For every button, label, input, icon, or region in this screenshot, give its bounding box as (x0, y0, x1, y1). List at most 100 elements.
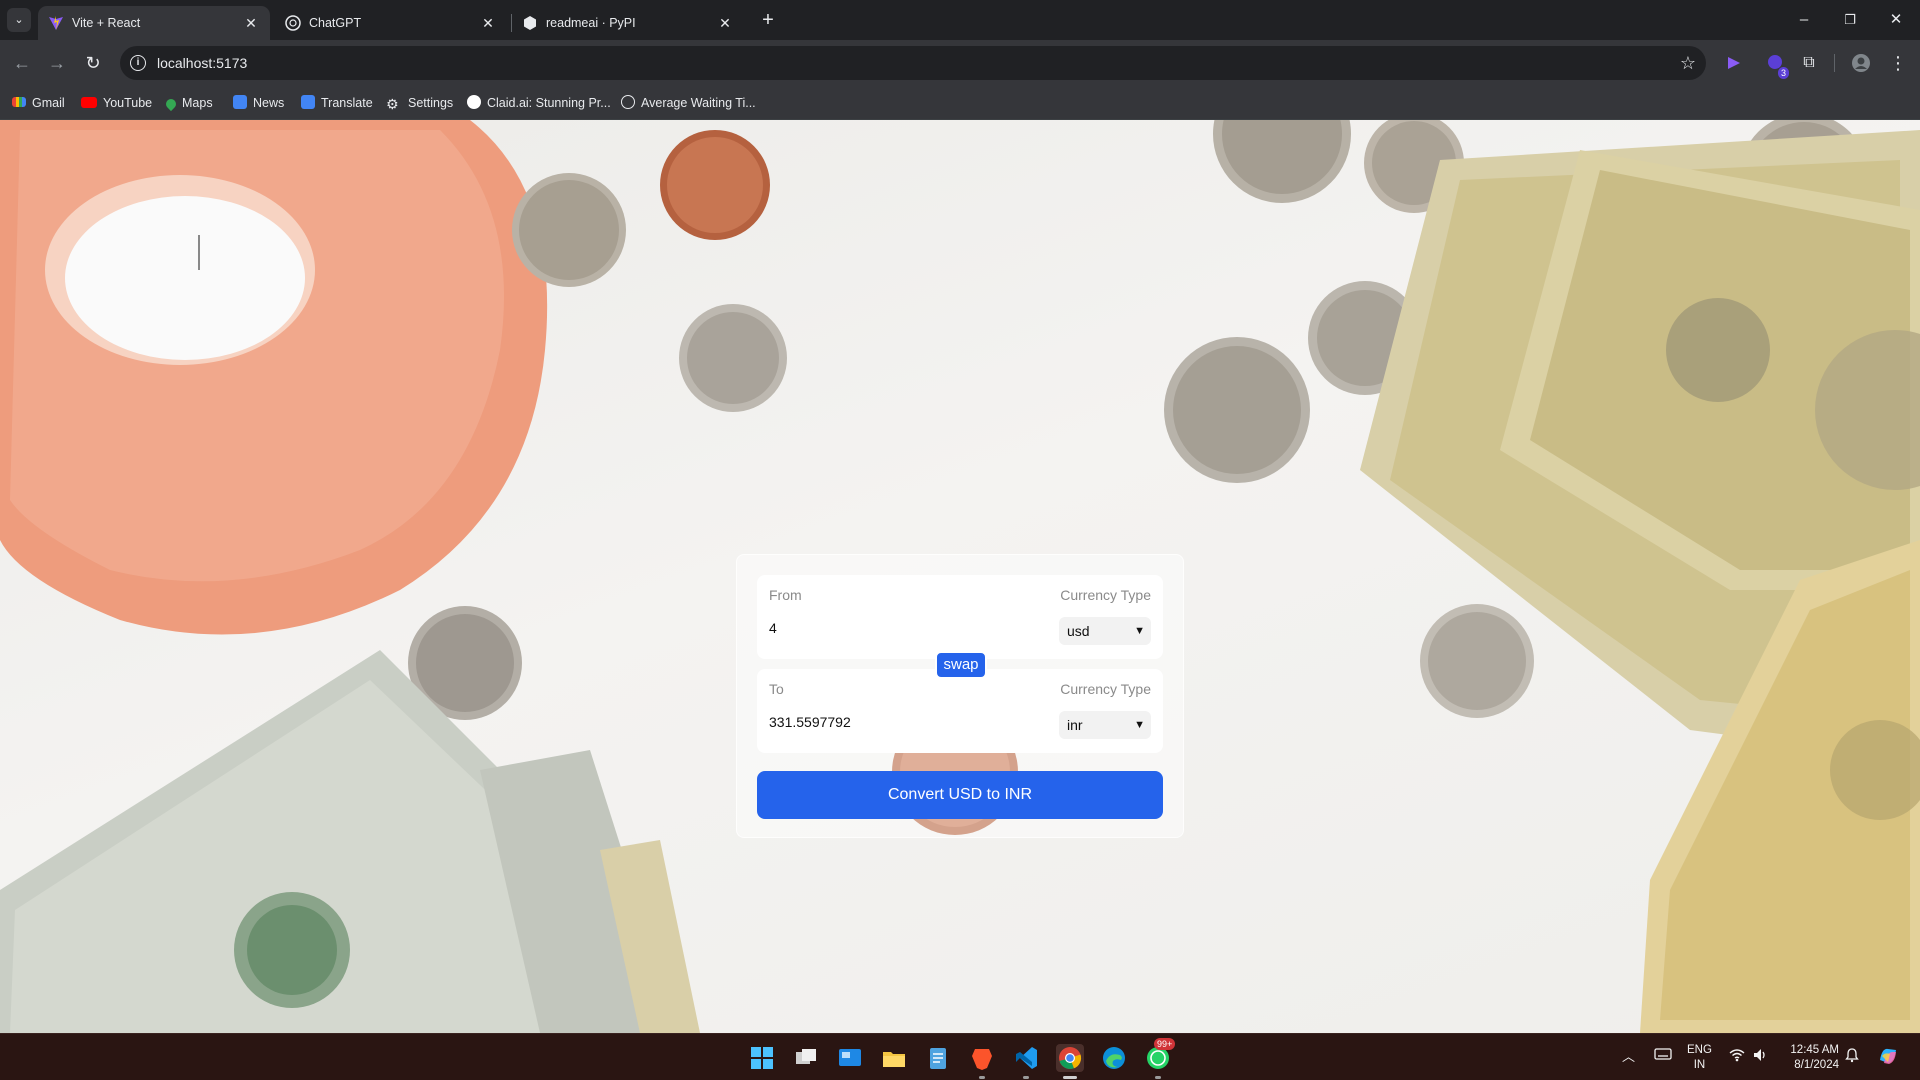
bookmark-average-waiting[interactable]: Average Waiting Ti... (621, 94, 756, 112)
close-tab-icon[interactable]: ✕ (479, 14, 497, 32)
gmail-icon (12, 97, 26, 107)
currency-converter-card: From Currency Type usd ▼ To Currency Typ… (736, 554, 1184, 838)
youtube-icon (81, 97, 97, 108)
address-url[interactable]: localhost:5173 (157, 55, 247, 71)
volume-icon[interactable] (1752, 1047, 1768, 1080)
tab-title: ChatGPT (309, 16, 362, 30)
running-indicator (1155, 1076, 1161, 1079)
bookmarks-bar: Gmail YouTube Maps News Translate ⚙ Setti… (0, 86, 1920, 120)
chatgpt-icon (285, 15, 301, 31)
forward-button[interactable]: → (45, 51, 69, 75)
profile-avatar[interactable] (1849, 51, 1873, 75)
extension-badge: 3 (1777, 67, 1789, 79)
region-code: IN (1693, 1059, 1706, 1071)
tab-pypi[interactable]: readmeai · PyPI ✕ (512, 6, 744, 40)
running-indicator (1023, 1076, 1029, 1079)
bookmark-label: Claid.ai: Stunning Pr... (487, 96, 611, 110)
clock-date: 8/1/2024 (1794, 1059, 1839, 1071)
bookmark-youtube[interactable]: YouTube (81, 94, 152, 112)
close-window-button[interactable]: ✕ (1873, 8, 1919, 32)
file-explorer-icon[interactable] (880, 1044, 908, 1072)
whatsapp-icon[interactable]: 99+ (1144, 1038, 1176, 1079)
brave-browser-icon[interactable] (968, 1044, 996, 1079)
running-indicator (1063, 1076, 1077, 1079)
to-currency-value: inr (1067, 717, 1083, 733)
minimize-button[interactable]: – (1781, 8, 1827, 32)
language-indicator[interactable]: ENG IN (1687, 1043, 1712, 1080)
bookmark-label: Settings (408, 96, 454, 110)
claid-icon (467, 95, 481, 109)
bookmark-label: YouTube (103, 96, 153, 110)
pypi-icon (524, 16, 536, 30)
extension-icon-badge[interactable]: 3 (1763, 51, 1789, 79)
chrome-menu-icon[interactable]: ⋮ (1886, 51, 1910, 75)
notification-badge: 99+ (1154, 1038, 1176, 1050)
tab-title: readmeai · PyPI (546, 16, 636, 30)
news-icon (233, 95, 247, 109)
running-indicator (979, 1076, 985, 1079)
windows-taskbar: 99+ ︿ ENG IN 12:45 AM 8/1/2024 (0, 1033, 1920, 1080)
to-label: To (769, 681, 784, 697)
bookmark-label: News (253, 96, 285, 110)
bookmark-claid[interactable]: Claid.ai: Stunning Pr... (467, 94, 611, 112)
bookmark-settings[interactable]: ⚙ Settings (386, 94, 453, 112)
tab-strip: ⌄ Vite + React ✕ ChatGPT ✕ readmeai · Py… (0, 0, 1920, 40)
tab-search-button[interactable]: ⌄ (7, 8, 31, 32)
site-info-icon[interactable]: i (130, 55, 146, 71)
restore-button[interactable]: ❐ (1827, 8, 1873, 32)
tab-title: Vite + React (72, 16, 141, 30)
keyboard-icon[interactable] (1654, 1047, 1672, 1080)
bookmark-label: Average Waiting Ti... (641, 96, 756, 110)
back-button[interactable]: ← (10, 51, 34, 75)
bookmark-news[interactable]: News (233, 94, 284, 112)
chevron-down-icon: ▼ (1134, 625, 1145, 637)
tab-vite-react[interactable]: Vite + React ✕ (38, 6, 270, 40)
new-tab-button[interactable]: + (754, 9, 782, 31)
gear-icon: ⚙ (386, 96, 399, 112)
close-tab-icon[interactable]: ✕ (716, 14, 734, 32)
convert-button[interactable]: Convert USD to INR (757, 771, 1163, 819)
maps-pin-icon (163, 96, 179, 112)
extension-icon[interactable] (1722, 51, 1746, 75)
copilot-icon[interactable] (1876, 1044, 1900, 1080)
to-currency-select[interactable]: inr ▼ (1059, 711, 1151, 739)
bookmark-translate[interactable]: Translate (301, 94, 373, 112)
to-currency-type-label: Currency Type (1060, 681, 1151, 697)
browser-toolbar: ← → ↻ i localhost:5173 ☆ 3 ⧉ ⋮ (0, 40, 1920, 86)
vite-icon (49, 16, 63, 30)
bookmark-label: Translate (321, 96, 373, 110)
language-code: ENG (1687, 1044, 1712, 1056)
to-field-box: To Currency Type inr ▼ (757, 669, 1163, 753)
from-label: From (769, 587, 802, 603)
clock[interactable]: 12:45 AM 8/1/2024 (1783, 1043, 1839, 1080)
edge-icon[interactable] (1100, 1044, 1128, 1072)
extensions-puzzle-icon[interactable]: ⧉ (1797, 51, 1821, 75)
task-view-icon[interactable] (792, 1044, 820, 1072)
from-amount-input[interactable] (769, 615, 1019, 641)
page-viewport: From Currency Type usd ▼ To Currency Typ… (0, 120, 1920, 1033)
notepad-icon[interactable] (924, 1044, 952, 1072)
clock-time: 12:45 AM (1790, 1044, 1839, 1056)
widgets-icon[interactable] (836, 1044, 864, 1072)
from-currency-type-label: Currency Type (1060, 587, 1151, 603)
translate-icon (301, 95, 315, 109)
wifi-icon[interactable] (1729, 1047, 1745, 1080)
swap-button[interactable]: swap (935, 651, 987, 679)
bookmark-gmail[interactable]: Gmail (12, 94, 65, 112)
tab-chatgpt[interactable]: ChatGPT ✕ (275, 6, 507, 40)
from-currency-select[interactable]: usd ▼ (1059, 617, 1151, 645)
vscode-icon[interactable] (1012, 1044, 1040, 1079)
chrome-icon[interactable] (1056, 1044, 1084, 1079)
to-amount-input[interactable] (769, 709, 1019, 735)
chevron-down-icon: ▼ (1134, 719, 1145, 731)
from-field-box: From Currency Type usd ▼ (757, 575, 1163, 659)
bookmark-maps[interactable]: Maps (163, 94, 213, 112)
close-tab-icon[interactable]: ✕ (242, 14, 260, 32)
reload-button[interactable]: ↻ (81, 51, 105, 75)
toolbar-divider (1834, 54, 1835, 72)
windows-start-icon[interactable] (748, 1044, 776, 1072)
address-bar[interactable]: i localhost:5173 ☆ (120, 46, 1706, 80)
show-hidden-icons-chevron[interactable]: ︿ (1622, 1046, 1635, 1080)
notifications-bell-icon[interactable] (1844, 1047, 1860, 1080)
bookmark-star-icon[interactable]: ☆ (1680, 52, 1696, 74)
